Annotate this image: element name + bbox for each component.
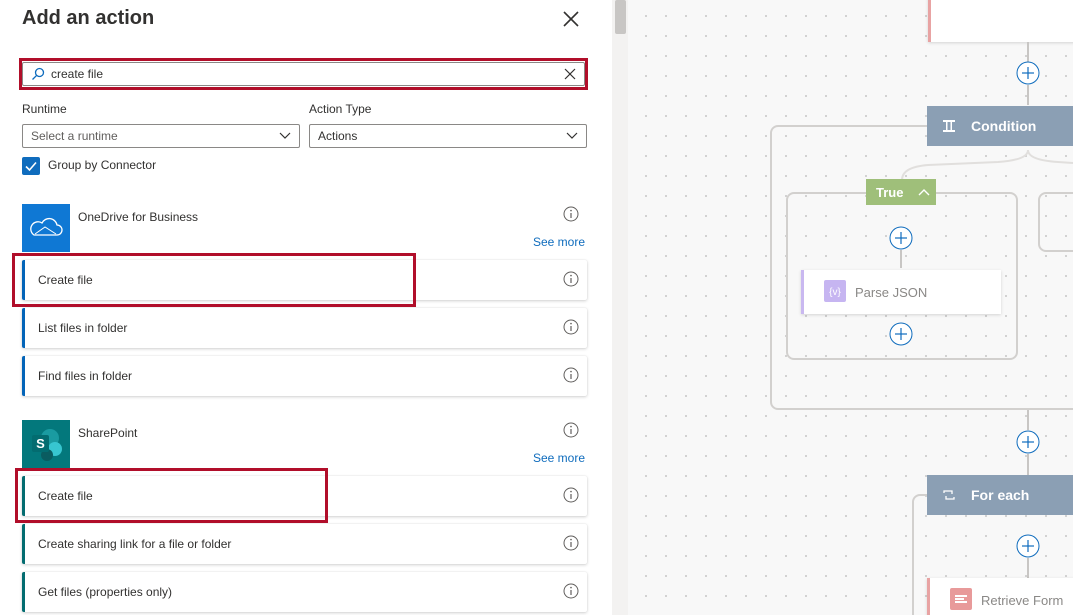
retrieve-form-label: Retrieve Form (981, 593, 1064, 608)
action-label: Get files (properties only) (38, 585, 173, 599)
onedrive-logo-icon (22, 204, 70, 252)
connector-color-bar (22, 476, 25, 516)
false-branch-container (1038, 192, 1073, 252)
action-label: Create file (38, 489, 93, 503)
connector-name: SharePoint (78, 426, 138, 440)
connector-color-bar (22, 308, 25, 348)
close-button[interactable] (558, 6, 584, 32)
condition-label: Condition (971, 118, 1037, 134)
add-step-plus-icon[interactable] (889, 226, 913, 250)
info-icon[interactable] (563, 271, 579, 287)
connector-line (1027, 42, 1029, 62)
info-icon[interactable] (563, 583, 579, 599)
action-type-value: Actions (318, 129, 358, 143)
parse-json-label: Parse JSON (855, 285, 928, 300)
connector-line (1027, 85, 1029, 105)
see-more-link[interactable]: See more (533, 235, 585, 249)
connector-line (1027, 454, 1029, 475)
add-step-plus-icon[interactable] (889, 322, 913, 346)
runtime-label: Runtime (22, 102, 67, 116)
action-label: List files in folder (38, 321, 128, 335)
action-get-files-properties[interactable]: Get files (properties only) (22, 572, 587, 612)
action-type-dropdown[interactable]: Actions (309, 124, 587, 148)
runtime-placeholder: Select a runtime (31, 129, 118, 143)
group-by-connector-checkbox[interactable] (22, 157, 40, 175)
add-step-plus-icon[interactable] (1016, 534, 1040, 558)
action-find-files-in-folder[interactable]: Find files in folder (22, 356, 587, 396)
action-type-label: Action Type (309, 102, 372, 116)
parse-json-card[interactable]: {v} Parse JSON (801, 270, 1001, 314)
connector-name: OneDrive for Business (78, 210, 199, 224)
info-icon[interactable] (563, 487, 579, 503)
see-more-link[interactable]: See more (533, 451, 585, 465)
connector-line (900, 250, 902, 268)
search-box[interactable] (22, 62, 585, 86)
connector-line (1027, 410, 1029, 430)
panel-scrollbar[interactable] (612, 0, 628, 615)
info-icon[interactable] (563, 367, 579, 383)
chevron-down-icon (566, 132, 578, 139)
action-create-file-sharepoint[interactable]: Create file (22, 476, 587, 516)
info-icon[interactable] (563, 535, 579, 551)
add-step-plus-icon[interactable] (1016, 61, 1040, 85)
connector-line (1027, 558, 1029, 578)
for-each-label: For each (971, 487, 1030, 503)
add-action-panel: Add an action Runtime Action Type Select… (0, 0, 612, 615)
for-each-header[interactable]: For each (927, 475, 1073, 515)
close-icon (563, 11, 579, 27)
previous-step-card[interactable] (928, 0, 1073, 42)
clear-search-icon[interactable] (563, 67, 577, 81)
action-label: Create file (38, 273, 93, 287)
scrollbar-thumb[interactable] (615, 0, 626, 34)
info-icon[interactable] (563, 319, 579, 335)
runtime-dropdown[interactable]: Select a runtime (22, 124, 300, 148)
checkmark-icon (25, 161, 37, 172)
panel-title: Add an action (22, 7, 155, 29)
action-label: Find files in folder (38, 369, 133, 383)
svg-text:{v}: {v} (829, 287, 841, 298)
sharepoint-logo-icon: S (22, 420, 70, 468)
chevron-up-icon (918, 189, 930, 196)
flow-canvas[interactable]: Condition True {v} Parse JSON For each R… (628, 0, 1073, 615)
connector-color-bar (22, 524, 25, 564)
action-label: Create sharing link for a file or folder (38, 537, 232, 551)
action-list-files-in-folder[interactable]: List files in folder (22, 308, 587, 348)
connector-color-bar (22, 572, 25, 612)
retrieve-form-card[interactable]: Retrieve Form (927, 578, 1073, 615)
add-step-plus-icon[interactable] (1016, 430, 1040, 454)
true-label: True (876, 185, 904, 200)
true-branch-header[interactable]: True (866, 179, 936, 205)
info-icon[interactable] (563, 422, 579, 438)
info-icon[interactable] (563, 206, 579, 222)
svg-text:S: S (36, 436, 45, 451)
condition-icon (943, 120, 955, 132)
connector-color-bar (22, 260, 25, 300)
group-by-connector-label: Group by Connector (48, 158, 157, 172)
action-create-file-onedrive[interactable]: Create file (22, 260, 587, 300)
connector-color-bar (22, 356, 25, 396)
chevron-down-icon (279, 132, 291, 139)
forms-icon (950, 588, 972, 610)
action-create-sharing-link[interactable]: Create sharing link for a file or folder (22, 524, 587, 564)
parse-json-icon: {v} (824, 280, 846, 302)
search-input[interactable] (51, 65, 551, 83)
search-icon (32, 67, 45, 80)
loop-icon (943, 490, 955, 500)
condition-header[interactable]: Condition (927, 106, 1073, 146)
